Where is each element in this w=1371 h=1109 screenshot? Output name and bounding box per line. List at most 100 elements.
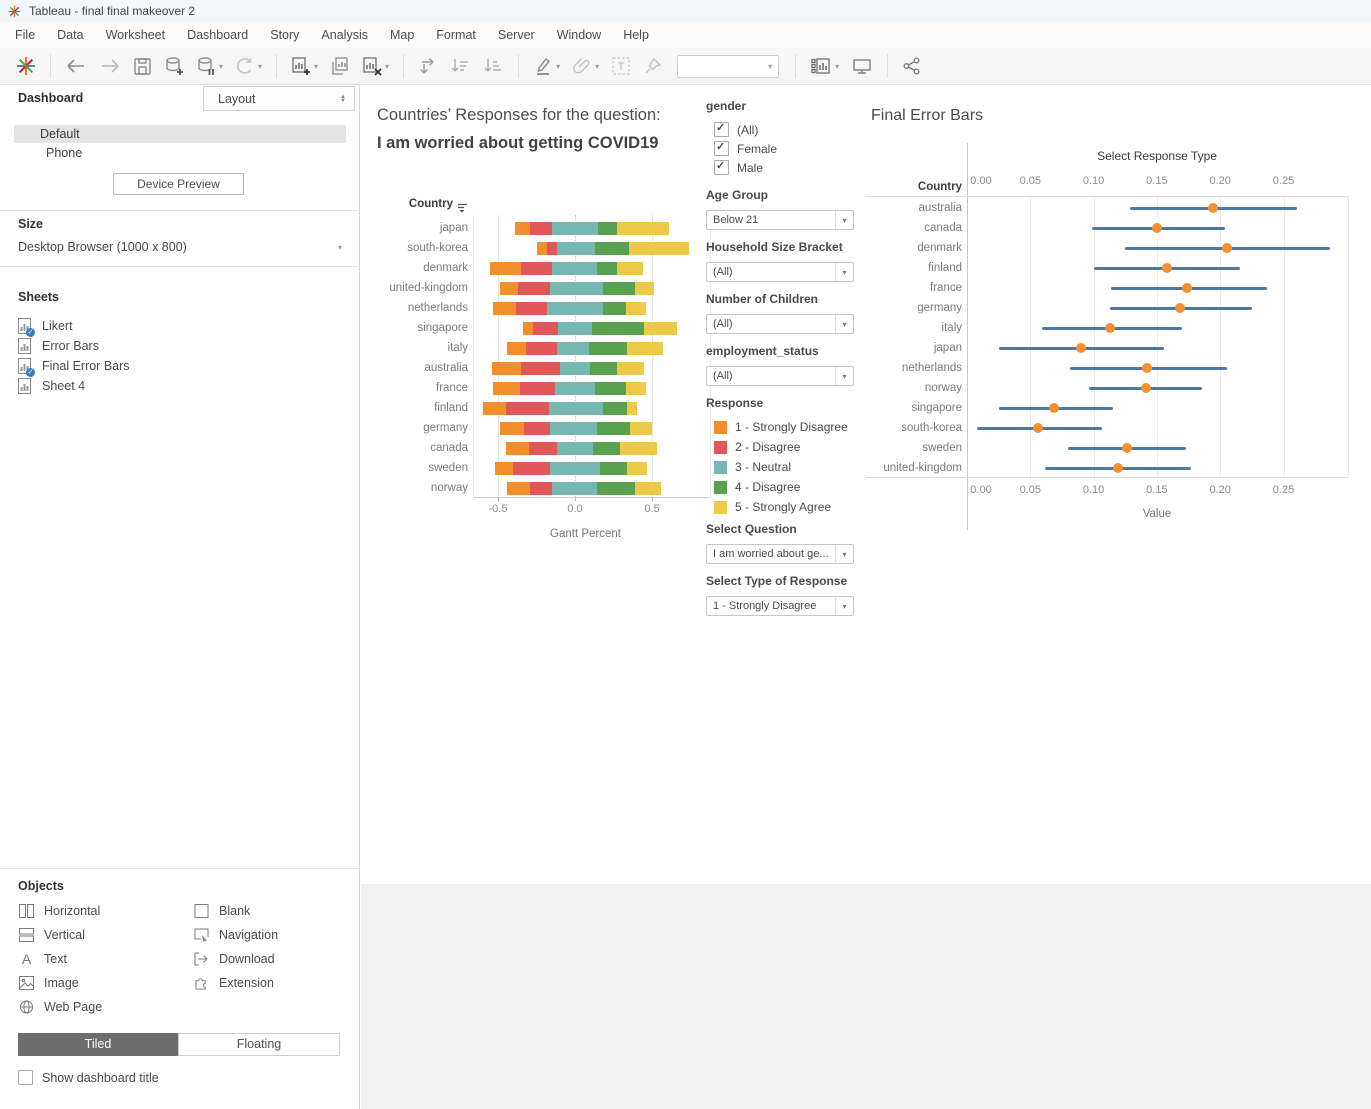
object-item-navigation[interactable]: Navigation: [193, 925, 278, 945]
dropdown-caret-icon[interactable]: ▾: [219, 62, 223, 71]
menu-server[interactable]: Server: [487, 22, 546, 48]
errorbar-row-label[interactable]: finland: [821, 261, 962, 275]
dropdown-caret-icon[interactable]: ▾: [556, 62, 560, 71]
menu-analysis[interactable]: Analysis: [310, 22, 379, 48]
top-x-tick-label: 0.25: [1272, 175, 1295, 187]
save-icon[interactable]: [133, 57, 152, 76]
text-label-icon[interactable]: T: [611, 56, 631, 76]
menu-story[interactable]: Story: [259, 22, 310, 48]
device-item-default[interactable]: Default: [14, 125, 346, 143]
device-preview-button[interactable]: Device Preview: [113, 173, 244, 195]
sheet-item-error-bars[interactable]: Error Bars: [18, 336, 338, 356]
dropdown-caret-icon[interactable]: ▾: [835, 62, 839, 71]
menu-window[interactable]: Window: [546, 22, 612, 48]
pin-icon[interactable]: [643, 56, 663, 76]
object-item-vertical[interactable]: Vertical: [18, 925, 85, 945]
menu-dashboard[interactable]: Dashboard: [176, 22, 259, 48]
sort-ascending-icon[interactable]: [450, 56, 471, 76]
sheet-item-final-error-bars[interactable]: ✓ Final Error Bars: [18, 356, 338, 377]
up-down-arrows-icon: ▲ ▼: [340, 93, 346, 104]
menu-format[interactable]: Format: [425, 22, 487, 48]
floating-button[interactable]: Floating: [178, 1033, 340, 1056]
dropdown-caret-icon[interactable]: ▾: [314, 62, 318, 71]
menu-data[interactable]: Data: [46, 22, 94, 48]
highlight-icon[interactable]: ▾: [533, 56, 560, 76]
object-item-label: Download: [219, 952, 275, 966]
errorbar-row-label[interactable]: japan: [821, 341, 962, 355]
errorbar-row-label[interactable]: united-kingdom: [821, 461, 962, 475]
undo-icon[interactable]: [65, 57, 87, 75]
errorbar-row-label[interactable]: south-korea: [821, 421, 962, 435]
redo-icon[interactable]: [99, 57, 121, 75]
new-worksheet-icon[interactable]: ▾: [291, 56, 318, 76]
presentation-mode-icon[interactable]: [851, 56, 873, 76]
bottom-x-tick-label: 0.15: [1146, 484, 1168, 496]
refresh-icon[interactable]: ▾: [235, 56, 262, 76]
dropdown-caret-icon[interactable]: ▾: [385, 62, 389, 71]
show-dashboard-title-row[interactable]: Show dashboard title: [18, 1070, 159, 1085]
tableau-logo-toolbar-icon[interactable]: [16, 56, 36, 76]
errorbar-dot[interactable]: [1182, 283, 1193, 293]
object-item-image[interactable]: Image: [18, 973, 79, 993]
tiled-button[interactable]: Tiled: [18, 1033, 178, 1056]
device-item-phone[interactable]: Phone: [14, 144, 346, 162]
sheet-item-sheet-4[interactable]: Sheet 4: [18, 376, 338, 396]
sheet-item-label: Sheet 4: [42, 379, 86, 393]
format-copy-icon[interactable]: ▾: [572, 56, 599, 76]
dropdown-caret-icon[interactable]: ▾: [595, 62, 599, 71]
clear-sheet-icon[interactable]: ▾: [362, 56, 389, 76]
tab-dashboard[interactable]: Dashboard: [18, 91, 83, 105]
object-item-text[interactable]: A Text: [18, 949, 67, 969]
errorbar-dot[interactable]: [1174, 303, 1185, 313]
pause-auto-updates-icon[interactable]: ▾: [196, 56, 223, 76]
errorbar-row-label[interactable]: denmark: [821, 241, 962, 255]
swap-axes-icon[interactable]: [418, 56, 438, 76]
duplicate-sheet-icon[interactable]: [330, 56, 350, 76]
errorbar-dot[interactable]: [1140, 383, 1151, 393]
show-me-icon[interactable]: ▾: [810, 56, 839, 76]
new-data-source-icon[interactable]: [164, 56, 184, 76]
object-item-web-page[interactable]: Web Page: [18, 997, 102, 1017]
sort-descending-icon[interactable]: [483, 56, 504, 76]
errorbar-row-label[interactable]: canada: [821, 221, 962, 235]
fit-selector[interactable]: ▾: [677, 54, 780, 78]
errorbar-dot[interactable]: [1105, 323, 1116, 333]
tab-layout[interactable]: Layout ▲ ▼: [203, 86, 355, 111]
object-item-horizontal[interactable]: Horizontal: [18, 901, 100, 921]
menu-worksheet[interactable]: Worksheet: [95, 22, 177, 48]
size-select[interactable]: Desktop Browser (1000 x 800) ▾: [18, 237, 342, 257]
show-dashboard-title-checkbox[interactable]: [18, 1070, 33, 1085]
errorbar-dot[interactable]: [1121, 443, 1132, 453]
menu-help[interactable]: Help: [612, 22, 660, 48]
object-item-download[interactable]: Download: [193, 949, 275, 969]
errorbar-dot[interactable]: [1141, 363, 1152, 373]
errorbar-row-label[interactable]: sweden: [821, 441, 962, 455]
errorbar-row-label[interactable]: singapore: [821, 401, 962, 415]
gridline: [1093, 196, 1095, 477]
errorbar-dot[interactable]: [1049, 403, 1060, 413]
errorbar-row-label[interactable]: australia: [821, 201, 962, 215]
menu-file[interactable]: File: [4, 22, 46, 48]
errorbar-dot[interactable]: [1032, 423, 1043, 433]
worksheet-icon: ✓: [18, 318, 35, 337]
dropdown-caret-icon[interactable]: ▾: [258, 62, 262, 71]
vertical-icon: [18, 927, 34, 943]
errorbar-dot[interactable]: [1162, 263, 1173, 273]
share-icon[interactable]: [902, 56, 922, 76]
dropdown-caret-icon[interactable]: ▾: [768, 62, 772, 71]
errorbar-row-label[interactable]: france: [821, 281, 962, 295]
errorbar-row-label[interactable]: netherlands: [821, 361, 962, 375]
errorbar-row-label[interactable]: germany: [821, 301, 962, 315]
errorbar-dot[interactable]: [1207, 203, 1218, 213]
sheet-item-likert[interactable]: ✓ Likert: [18, 316, 338, 337]
object-item-blank[interactable]: Blank: [193, 901, 250, 921]
errorbar-row-label[interactable]: italy: [821, 321, 962, 335]
errorbar-dot[interactable]: [1151, 223, 1162, 233]
errorbar-dot[interactable]: [1075, 343, 1086, 353]
object-item-extension[interactable]: Extension: [193, 973, 274, 993]
divider: [0, 266, 360, 267]
errorbar-row-label[interactable]: norway: [821, 381, 962, 395]
errorbar-dot[interactable]: [1112, 463, 1123, 473]
menu-map[interactable]: Map: [379, 22, 425, 48]
errorbar-dot[interactable]: [1221, 243, 1232, 253]
